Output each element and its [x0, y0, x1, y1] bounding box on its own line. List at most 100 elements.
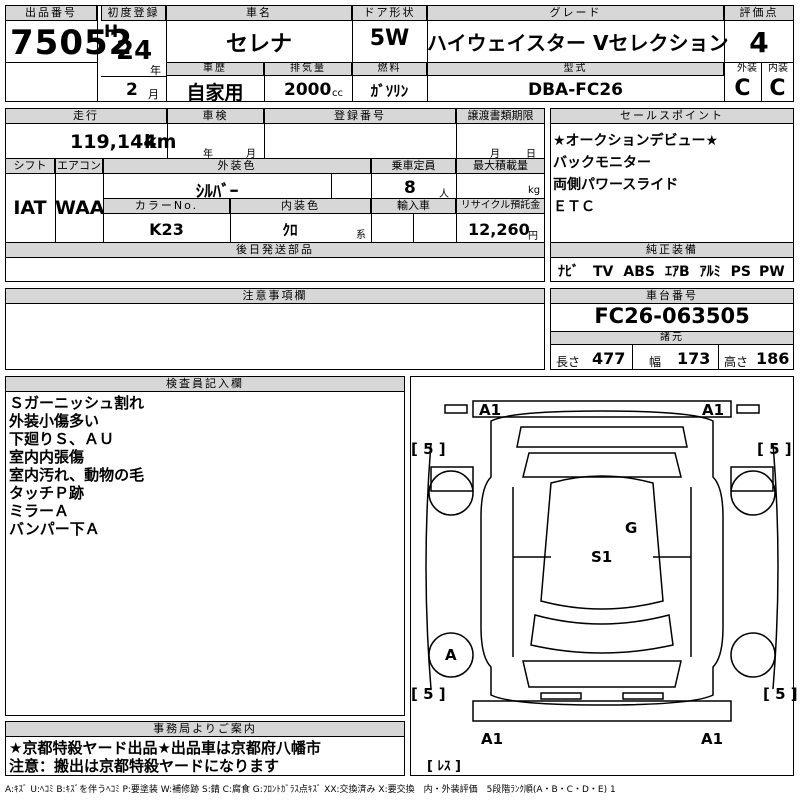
damage-mark: A: [445, 646, 457, 664]
office-note: 注意：搬出は京都特殺ヤードになります: [9, 757, 280, 775]
damage-mark: [ 5 ]: [763, 685, 798, 703]
office-label: 事務局よりご案内: [5, 721, 405, 737]
mileage-label: 走行: [5, 108, 167, 124]
transfer-label: 譲渡書類期限: [456, 108, 545, 124]
equip-item: ｱﾙﾐ: [699, 264, 721, 280]
damage-mark: G: [625, 519, 638, 537]
fuel-label: 燃料: [352, 62, 427, 76]
inspector-note: Ｓガーニッシュ割れ: [9, 394, 145, 412]
length-value: 477: [592, 349, 626, 368]
capacity-value: 8: [404, 178, 416, 198]
spec-label: 諸元: [550, 331, 794, 345]
reg-no-label: 登録番号: [264, 108, 456, 124]
damage-mark: A1: [479, 401, 502, 419]
lot-label: 出品番号: [5, 5, 97, 21]
displacement-value: 2000: [284, 80, 332, 100]
score-label: 評価点: [724, 5, 794, 21]
displacement-unit: cc: [332, 88, 343, 99]
reg-year: 24: [116, 36, 153, 66]
int-label: 内装: [768, 63, 788, 74]
equipment-list: ﾅﾋﾞ TV ABS ｴｱB ｱﾙﾐ PS PW: [558, 261, 785, 281]
import-label: 輸入車: [371, 198, 456, 214]
inspector-note: タッチＰ跡: [9, 484, 85, 502]
grade: ハイウェイスター Vセレクション: [427, 31, 729, 55]
history-label: 車歴: [166, 62, 264, 76]
car-diagram-svg: [425, 400, 779, 722]
displacement-label: 排気量: [264, 62, 352, 76]
interior-value: ｸﾛ: [282, 221, 298, 239]
chassis-label: 車台番号: [550, 288, 794, 304]
office-note: ★京都特殺ヤード出品★出品車は京都府八幡市: [9, 739, 321, 757]
chassis-number: FC26-063505: [594, 304, 750, 328]
equip-item: PS: [730, 264, 751, 280]
interior-unit: 系: [356, 230, 366, 241]
length-label: 長さ: [556, 355, 581, 369]
shift-value: IAT: [13, 197, 47, 219]
equip-item: PW: [759, 264, 785, 280]
capacity-label: 乗車定員: [371, 158, 456, 174]
width-label: 幅: [649, 355, 662, 369]
door-type: 5W: [369, 26, 410, 51]
equip-item: TV: [593, 264, 614, 280]
damage-mark: [ ﾚｽ ]: [427, 759, 461, 774]
equip-item: ｴｱB: [664, 264, 690, 280]
damage-mark: S1: [591, 548, 613, 566]
damage-mark: [ 5 ]: [411, 440, 446, 458]
caution-label: 注意事項欄: [5, 288, 545, 304]
damage-diagram: A1 A1 [ 5 ] [ 5 ] G S1 A [ 5 ] [ 5 ] A1 …: [410, 376, 798, 776]
inspector-label: 検査員記入欄: [5, 376, 405, 392]
damage-mark: A1: [481, 730, 504, 748]
model-value: DBA-FC26: [527, 80, 624, 100]
model-label: 型式: [427, 62, 724, 76]
color-label: 外装色: [103, 158, 371, 174]
ext-score: C: [734, 76, 751, 101]
ac-value: WAA: [55, 197, 105, 219]
score-value: 4: [749, 26, 769, 59]
ext-label: 外装: [737, 63, 757, 74]
damage-mark: [ 5 ]: [757, 440, 792, 458]
inspector-notes: Ｓガーニッシュ割れ 外装小傷多い 下廻りＳ、ＡＵ 室内内張傷 室内汚れ、動物の毛…: [9, 394, 144, 538]
int-score: C: [769, 76, 786, 101]
sales-label: セールスポイント: [550, 108, 794, 124]
sales-point: ★オークションデビュー★: [553, 133, 719, 149]
ac-label: エアコン: [55, 158, 103, 174]
maxload-label: 最大積載量: [456, 158, 545, 174]
height-value: 186: [756, 349, 790, 368]
inspector-note: バンパー下Ａ: [9, 520, 100, 538]
recycle-unit: 円: [528, 231, 538, 242]
inspector-note: 外装小傷多い: [9, 412, 100, 430]
recycle-label: リサイクル預託金: [456, 198, 545, 214]
damage-mark: A1: [702, 401, 725, 419]
door-label: ドア形状: [352, 5, 427, 21]
reg-month: 2: [126, 80, 138, 100]
sales-point: バックモニター: [553, 155, 651, 171]
shift-label: シフト: [5, 158, 55, 174]
sales-point: ＥＴＣ: [553, 199, 595, 215]
inspection-label: 車検: [167, 108, 264, 124]
later-parts-label: 後日発送部品: [5, 242, 545, 258]
maxload-unit: kg: [528, 185, 541, 196]
colorno-value: K23: [149, 220, 184, 239]
interior-label: 内装色: [230, 198, 371, 214]
height-label: 高さ: [724, 355, 749, 369]
fuel-value: ｶﾞｿﾘﾝ: [370, 82, 409, 100]
sales-point: 両側パワースライド: [553, 177, 679, 193]
car-name: セレナ: [225, 32, 292, 57]
colorno-label: カラーNo.: [103, 198, 230, 214]
width-value: 173: [677, 349, 711, 368]
recycle-value: 12,260: [468, 220, 530, 239]
car-name-label: 車名: [166, 5, 352, 21]
grade-label: グレード: [427, 5, 724, 21]
inspector-note: 室内内張傷: [9, 448, 85, 466]
damage-mark: [ 5 ]: [411, 685, 446, 703]
damage-mark: A1: [701, 730, 724, 748]
month-unit: 月: [148, 88, 159, 101]
equip-item: ﾅﾋﾞ: [558, 264, 579, 280]
legend-footer: A:ｷｽﾞ U:ﾍｺﾐ B:ｷｽﾞを伴うﾍｺﾐ P:要塗装 W:補修跡 S:錆 …: [5, 785, 616, 795]
equip-label: 純正装備: [550, 242, 794, 258]
mileage-unit: km: [144, 131, 177, 153]
inspector-note: ミラーＡ: [9, 502, 70, 520]
inspector-note: 室内汚れ、動物の毛: [9, 466, 145, 484]
equip-item: ABS: [623, 264, 655, 280]
first-reg-label: 初度登録: [101, 5, 166, 21]
